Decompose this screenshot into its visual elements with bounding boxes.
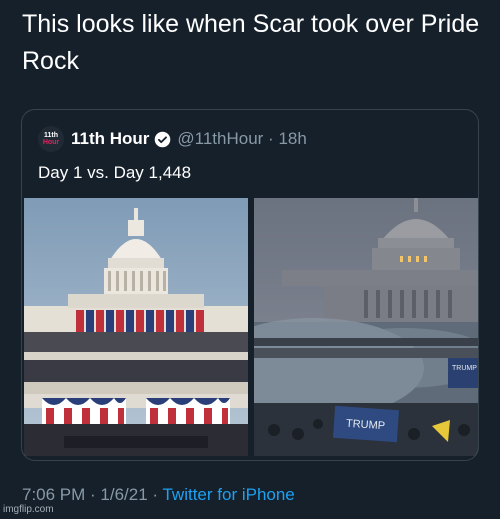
avatar[interactable]: 11th Hour — [38, 126, 64, 152]
timestamp[interactable]: 7:06 PM · 1/6/21 · — [22, 485, 162, 504]
tweet-footer: 7:06 PM · 1/6/21 · Twitter for iPhone — [22, 485, 295, 505]
quoted-tweet-card[interactable]: 11th Hour 11th Hour @11thHour · 18h Day 1… — [21, 109, 479, 461]
quoted-tweet-header: 11th Hour 11th Hour @11thHour · 18h — [38, 126, 307, 152]
verified-badge-icon — [155, 131, 171, 147]
avatar-logo-bottom: Hour — [42, 139, 60, 146]
quoted-tweet-text: Day 1 vs. Day 1,448 — [38, 163, 192, 182]
source-link[interactable]: Twitter for iPhone — [162, 485, 294, 504]
photo-capitol-riot[interactable]: TRUMP TRUMP — [254, 198, 478, 456]
photo-inauguration[interactable] — [24, 198, 248, 456]
watermark: imgflip.com — [3, 504, 54, 515]
avatar-logo-top: 11th — [43, 132, 58, 139]
tweet-text: This looks like when Scar took over Prid… — [22, 10, 480, 75]
sign-trump-right: TRUMP — [452, 365, 477, 372]
display-name[interactable]: 11th Hour — [71, 129, 149, 149]
handle-and-time[interactable]: @11thHour · 18h — [177, 129, 306, 149]
